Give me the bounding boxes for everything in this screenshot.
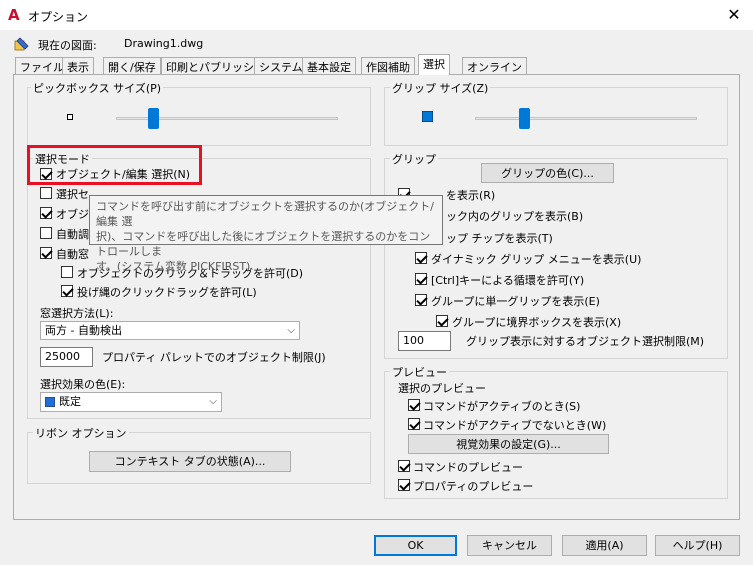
drawing-file-icon <box>14 37 29 51</box>
bounding-box-groups-checkbox[interactable] <box>436 315 448 327</box>
ctrl-cycling-checkbox[interactable] <box>415 273 427 285</box>
color-swatch-icon <box>45 397 55 407</box>
command-preview-checkbox[interactable] <box>398 460 410 472</box>
dynamic-grip-menu-label: ダイナミック グリップ メニューを表示(U) <box>431 253 642 266</box>
preview-active-checkbox[interactable] <box>408 399 420 411</box>
lasso-checkbox[interactable] <box>61 285 73 297</box>
preview-inactive-label: コマンドがアクティブでないとき(W) <box>423 419 607 432</box>
grip-size-title: グリップ サイズ(Z) <box>390 80 491 96</box>
help-button[interactable]: ヘルプ(H) <box>655 535 740 556</box>
property-preview-checkbox[interactable] <box>398 479 410 491</box>
chevron-down-icon: ⌵ <box>287 325 295 336</box>
apply-button[interactable]: 適用(A) <box>562 535 647 556</box>
effect-color-label: 選択効果の色(E): <box>40 378 126 391</box>
tab-selection[interactable]: 選択 <box>418 54 450 75</box>
tab-online[interactable]: オンライン <box>462 57 527 74</box>
object-limit-input[interactable]: 25000 <box>40 347 93 367</box>
selection-preview-label: 選択のプレビュー <box>398 382 486 395</box>
associative-hatch-label: 自動調 <box>56 228 89 241</box>
tooltip-line-2: 択)、コマンドを呼び出した後にオブジェクトを選択するのかをコントロールしま <box>96 230 431 258</box>
pickbox-slider-thumb[interactable] <box>148 108 159 129</box>
grip-colors-button[interactable]: グリップの色(C)... <box>481 163 614 183</box>
preview-active-label: コマンドがアクティブのとき(S) <box>423 400 581 413</box>
grip-size-slider-thumb[interactable] <box>519 108 530 129</box>
tooltip-line-3: す。(システム変数 PICKFIRST) <box>96 260 251 273</box>
highlight-box <box>27 145 202 185</box>
selection-set-checkbox[interactable] <box>40 187 52 199</box>
grip-limit-input[interactable]: 100 <box>398 331 451 351</box>
command-preview-label: コマンドのプレビュー <box>413 461 523 474</box>
title-bar <box>0 0 753 30</box>
associative-hatch-checkbox[interactable] <box>40 227 52 239</box>
context-tab-states-button[interactable]: コンテキスト タブの状態(A)... <box>89 451 291 472</box>
ctrl-cycling-label: [Ctrl]キーによる循環を許可(Y) <box>431 274 585 287</box>
implied-windowing-label: 自動窓 <box>56 248 89 261</box>
single-grip-groups-checkbox[interactable] <box>415 294 427 306</box>
grips-title: グリップ <box>390 151 438 167</box>
pickbox-preview <box>67 114 73 120</box>
implied-windowing-checkbox[interactable] <box>40 247 52 259</box>
pickfirst-tooltip: コマンドを呼び出す前にオブジェクトを選択するのか(オブジェクト/編集 選 択)、… <box>89 195 443 273</box>
grip-tips-label: ップ チップを表示(T) <box>446 232 553 245</box>
autocad-logo-icon: A <box>8 6 20 24</box>
tab-drafting[interactable]: 作図補助 <box>361 57 415 74</box>
effect-color-combo[interactable]: 既定 ⌵ <box>40 392 222 412</box>
bounding-box-groups-label: グループに境界ボックスを表示(X) <box>452 316 622 329</box>
preview-title: プレビュー <box>390 364 449 380</box>
grip-size-slider-track[interactable] <box>475 117 697 120</box>
lasso-label: 投げ縄のクリックドラッグを許可(L) <box>77 286 257 299</box>
window-method-label: 窓選択方法(L): <box>40 307 114 320</box>
single-grip-groups-label: グループに単一グリップを表示(E) <box>431 295 600 308</box>
close-icon[interactable]: ✕ <box>721 3 747 27</box>
preview-inactive-checkbox[interactable] <box>408 418 420 430</box>
grips-in-blocks-label: ック内のグリップを表示(B) <box>446 210 584 223</box>
window-title: オプション <box>28 10 89 24</box>
window-method-combo[interactable]: 両方 - 自動検出 ⌵ <box>40 321 300 340</box>
show-grips-label: を表示(R) <box>446 189 496 202</box>
chevron-down-icon: ⌵ <box>209 396 217 407</box>
tab-display[interactable]: 表示 <box>62 57 94 74</box>
object-grouping-checkbox[interactable] <box>40 207 52 219</box>
cancel-button[interactable]: キャンセル <box>467 535 552 556</box>
visual-effect-settings-button[interactable]: 視覚効果の設定(G)... <box>408 434 609 454</box>
grip-preview <box>422 111 433 122</box>
object-limit-label: プロパティ パレットでのオブジェクト制限(J) <box>102 351 326 364</box>
window-method-value: 両方 - 自動検出 <box>45 324 122 337</box>
pickbox-size-title: ピックボックス サイズ(P) <box>31 80 164 96</box>
click-drag-checkbox[interactable] <box>61 266 73 278</box>
selection-set-label: 選択セ <box>56 188 89 201</box>
ok-button[interactable]: OK <box>374 535 457 556</box>
current-drawing-value: Drawing1.dwg <box>124 37 204 50</box>
grip-limit-label: グリップ表示に対するオブジェクト選択制限(M) <box>466 335 705 348</box>
tooltip-line-1: コマンドを呼び出す前にオブジェクトを選択するのか(オブジェクト/編集 選 <box>96 200 434 228</box>
ribbon-options-title: リボン オプション <box>33 425 129 441</box>
current-drawing-label: 現在の図面: <box>38 39 97 52</box>
tab-user-preferences[interactable]: 基本設定 <box>302 57 356 74</box>
tab-system[interactable]: システム <box>254 57 308 74</box>
property-preview-label: プロパティのプレビュー <box>413 480 534 493</box>
tab-files[interactable]: ファイル <box>15 57 69 74</box>
tab-open-save[interactable]: 開く/保存 <box>103 57 161 74</box>
